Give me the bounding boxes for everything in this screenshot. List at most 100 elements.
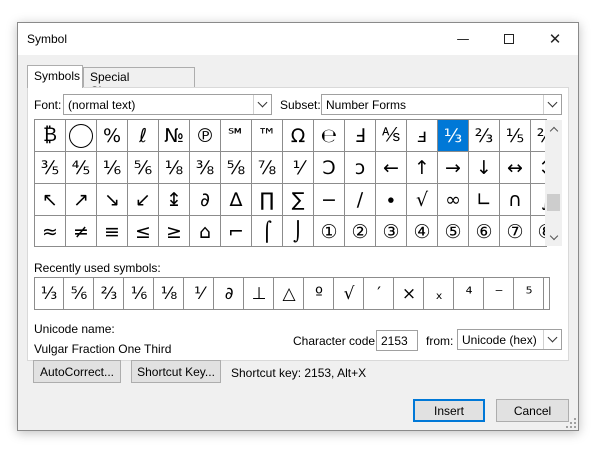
recent-symbol-cell[interactable]: ⁵: [515, 278, 544, 309]
recent-symbol-cell[interactable]: ∂: [215, 278, 244, 309]
insert-button[interactable]: Insert: [413, 399, 485, 422]
symbol-cell[interactable]: ③: [376, 216, 407, 246]
symbol-cell[interactable]: ∏: [252, 184, 283, 216]
scroll-down-icon[interactable]: [545, 229, 562, 246]
symbol-cell[interactable]: ≡: [97, 216, 128, 246]
symbol-cell[interactable]: ⑥: [469, 216, 500, 246]
from-dropdown[interactable]: Unicode (hex): [457, 329, 562, 350]
scroll-up-icon[interactable]: [545, 120, 562, 137]
recent-symbol-cell[interactable]: ⅙: [125, 278, 154, 309]
recent-symbol-cell[interactable]: ₓ: [425, 278, 454, 309]
recent-symbol-cell[interactable]: △: [275, 278, 304, 309]
symbol-cell[interactable]: ↓: [469, 152, 500, 184]
symbol-cell[interactable]: ↄ: [345, 152, 376, 184]
symbol-cell[interactable]: ≠: [66, 216, 97, 246]
symbol-cell[interactable]: ↘: [97, 184, 128, 216]
symbol-cell[interactable]: ⅍: [376, 120, 407, 152]
symbol-cell[interactable]: ∂: [190, 184, 221, 216]
minimize-button[interactable]: —: [440, 23, 486, 55]
cancel-button[interactable]: Cancel: [496, 399, 569, 422]
symbol-cell[interactable]: ⅞: [252, 152, 283, 184]
symbol-cell[interactable]: ∆: [221, 184, 252, 216]
recent-symbol-cell[interactable]: ⅛: [155, 278, 184, 309]
recent-symbol-cell[interactable]: ′: [365, 278, 394, 309]
symbol-cell[interactable]: ↗: [66, 184, 97, 216]
symbol-cell[interactable]: ∑: [283, 184, 314, 216]
recent-symbol-cell[interactable]: º: [305, 278, 334, 309]
tab-special-characters[interactable]: Special Characters: [83, 67, 195, 98]
symbol-cell[interactable]: ™: [252, 120, 283, 152]
symbol-cell[interactable]: ①: [314, 216, 345, 246]
symbol-cell[interactable]: ≥: [159, 216, 190, 246]
subset-dropdown[interactable]: Number Forms: [321, 94, 562, 115]
symbol-cell[interactable]: ⅔: [469, 120, 500, 152]
resize-grip-icon[interactable]: [566, 418, 576, 428]
character-code-field[interactable]: 2153: [376, 330, 418, 351]
recent-symbol-cell[interactable]: ⁻: [485, 278, 514, 309]
symbol-cell[interactable]: ↖: [35, 184, 66, 216]
symbol-cell[interactable]: ∞: [438, 184, 469, 216]
symbol-cell[interactable]: ←: [376, 152, 407, 184]
symbol-cell[interactable]: ≈: [35, 216, 66, 246]
recent-symbol-cell[interactable]: ⅚: [65, 278, 94, 309]
symbol-cell[interactable]: ⅜: [190, 152, 221, 184]
shortcut-key-button[interactable]: Shortcut Key...: [131, 360, 221, 383]
close-button[interactable]: ✕: [532, 23, 578, 55]
font-dropdown[interactable]: (normal text): [63, 94, 272, 115]
symbol-cell[interactable]: [66, 120, 97, 152]
symbol-cell[interactable]: →: [438, 152, 469, 184]
symbol-cell[interactable]: ∩: [500, 184, 531, 216]
symbol-cell[interactable]: Ↄ: [314, 152, 345, 184]
symbol-cell[interactable]: ⅟: [283, 152, 314, 184]
symbol-cell[interactable]: ⅙: [97, 152, 128, 184]
symbol-cell[interactable]: ⑦: [500, 216, 531, 246]
symbol-cell[interactable]: ℓ: [128, 120, 159, 152]
symbol-cell[interactable]: ∕: [345, 184, 376, 216]
symbol-cell[interactable]: Ⅎ: [345, 120, 376, 152]
symbol-cell[interactable]: %: [97, 120, 128, 152]
symbol-cell[interactable]: ⅕: [500, 120, 531, 152]
symbol-cell[interactable]: ℗: [190, 120, 221, 152]
symbol-cell[interactable]: ⅗: [35, 152, 66, 184]
symbol-cell[interactable]: ↙: [128, 184, 159, 216]
recent-symbol-cell[interactable]: ⊥: [245, 278, 274, 309]
symbol-cell[interactable]: ④: [407, 216, 438, 246]
symbol-cell[interactable]: √: [407, 184, 438, 216]
symbol-cell[interactable]: ℠: [221, 120, 252, 152]
recent-symbol-cell[interactable]: ⁴: [455, 278, 484, 309]
symbol-cell[interactable]: ℮: [314, 120, 345, 152]
symbol-cell[interactable]: ₿: [35, 120, 66, 152]
recent-symbol-cell[interactable]: √: [335, 278, 364, 309]
recent-symbol-cell[interactable]: ⅓: [35, 278, 64, 309]
symbol-cell[interactable]: ⌠: [252, 216, 283, 246]
unicode-name-label: Unicode name:: [34, 322, 115, 336]
symbol-cell[interactable]: ∟: [469, 184, 500, 216]
maximize-button[interactable]: [486, 23, 532, 55]
symbol-cell[interactable]: ⅓: [438, 120, 469, 152]
symbol-cell[interactable]: №: [159, 120, 190, 152]
symbol-cell[interactable]: Ω: [283, 120, 314, 152]
symbol-cell[interactable]: ∙: [376, 184, 407, 216]
symbol-cell[interactable]: ⌡: [283, 216, 314, 246]
symbol-cell[interactable]: ⅝: [221, 152, 252, 184]
tab-symbols[interactable]: Symbols: [27, 65, 83, 88]
recent-symbol-cell[interactable]: ⅔: [95, 278, 124, 309]
symbol-cell[interactable]: ≤: [128, 216, 159, 246]
symbol-cell[interactable]: ⅛: [159, 152, 190, 184]
autocorrect-button[interactable]: AutoCorrect...: [33, 360, 121, 383]
symbol-cell[interactable]: ⅘: [66, 152, 97, 184]
symbol-cell[interactable]: −: [314, 184, 345, 216]
grid-scrollbar[interactable]: [545, 120, 562, 246]
symbol-cell[interactable]: ⌐: [221, 216, 252, 246]
symbol-cell[interactable]: ↔: [500, 152, 531, 184]
symbol-cell[interactable]: ②: [345, 216, 376, 246]
symbol-cell[interactable]: ↨: [159, 184, 190, 216]
symbol-cell[interactable]: ⅚: [128, 152, 159, 184]
symbol-cell[interactable]: ⅎ: [407, 120, 438, 152]
symbol-cell[interactable]: ⌂: [190, 216, 221, 246]
recent-symbol-cell[interactable]: ×: [395, 278, 424, 309]
symbol-cell[interactable]: ⑤: [438, 216, 469, 246]
recent-symbol-cell[interactable]: ⅟: [185, 278, 214, 309]
scroll-thumb[interactable]: [547, 194, 560, 211]
symbol-cell[interactable]: ↑: [407, 152, 438, 184]
